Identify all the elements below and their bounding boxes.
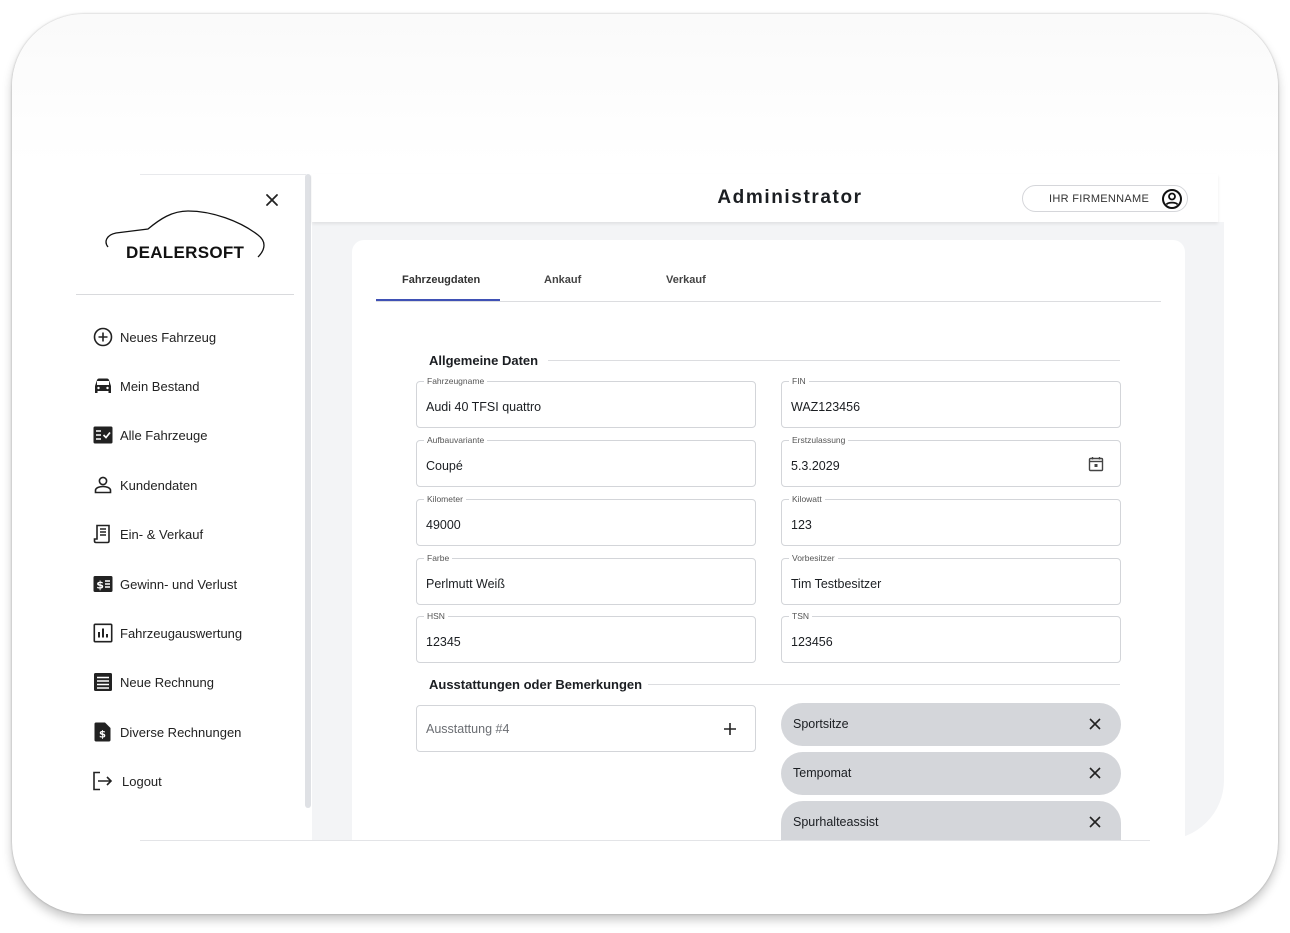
sidebar-item-label: Ein- & Verkauf <box>120 526 204 542</box>
sidebar-item-mein-bestand[interactable]: Mein Bestand <box>92 373 200 399</box>
person-icon <box>92 474 114 496</box>
car-icon <box>92 375 114 397</box>
sidebar-divider <box>76 294 294 295</box>
company-name: IHR FIRMENNAME <box>1049 193 1150 205</box>
equipment-chip: Sportsitze <box>781 703 1121 746</box>
money-icon: $ <box>92 573 114 595</box>
field-erstzulassung[interactable]: Erstzulassung 5.3.2029 <box>781 435 1121 487</box>
field-label: Aufbauvariante <box>424 435 488 446</box>
list-document-icon <box>92 671 114 693</box>
field-vorbesitzer[interactable]: Vorbesitzer Tim Testbesitzer <box>781 553 1121 605</box>
bottom-border <box>140 840 1150 841</box>
field-kilometer[interactable]: Kilometer 49000 <box>416 494 756 546</box>
field-label: Erstzulassung <box>789 435 849 446</box>
checklist-icon <box>92 424 114 446</box>
field-label: Fahrzeugname <box>424 376 488 387</box>
section-divider <box>548 360 1120 361</box>
sidebar-item-neue-rechnung[interactable]: Neue Rechnung <box>92 669 214 695</box>
plus-icon[interactable] <box>721 720 739 738</box>
field-value: WAZ123456 <box>791 400 861 414</box>
sidebar-item-gewinn-verlust[interactable]: $ Gewinn- und Verlust <box>92 571 237 597</box>
sidebar-item-label: Diverse Rechnungen <box>120 724 242 740</box>
field-label: Kilowatt <box>789 494 825 505</box>
sidebar-top-border <box>140 174 306 175</box>
field-value: Perlmutt Weiß <box>426 577 505 591</box>
equipment-chip: Tempomat <box>781 752 1121 795</box>
tab-verkauf[interactable]: Verkauf <box>666 274 706 286</box>
close-icon[interactable] <box>1087 814 1103 830</box>
add-circle-icon <box>92 326 114 348</box>
calendar-icon[interactable] <box>1088 456 1104 472</box>
sidebar-item-label: Neues Fahrzeug <box>120 329 217 345</box>
chip-label: Spurhalteassist <box>793 815 879 829</box>
sidebar-item-logout[interactable]: Logout <box>92 768 162 794</box>
sidebar-item-fahrzeugauswertung[interactable]: Fahrzeugauswertung <box>92 620 242 646</box>
field-value: 123456 <box>791 635 833 649</box>
sidebar-item-label: Gewinn- und Verlust <box>120 576 238 592</box>
field-label: Kilometer <box>424 494 466 505</box>
equipment-input[interactable]: Ausstattung #4 <box>416 705 756 752</box>
field-label: TSN <box>789 611 812 622</box>
sidebar-item-label: Neue Rechnung <box>120 674 214 690</box>
field-value: Audi 40 TFSI quattro <box>426 400 542 414</box>
chip-label: Tempomat <box>793 766 852 780</box>
field-value: 12345 <box>426 635 461 649</box>
device-frame-highlight <box>12 14 1278 164</box>
field-value: Tim Testbesitzer <box>791 577 882 591</box>
close-icon[interactable] <box>1087 765 1103 781</box>
field-label: HSN <box>424 611 448 622</box>
tab-ankauf[interactable]: Ankauf <box>544 274 581 286</box>
chip-label: Sportsitze <box>793 717 849 731</box>
field-label: Vorbesitzer <box>789 553 838 564</box>
field-fahrzeugname[interactable]: Fahrzeugname Audi 40 TFSI quattro <box>416 376 756 428</box>
equipment-input-placeholder: Ausstattung #4 <box>426 722 510 736</box>
sidebar-item-neues-fahrzeug[interactable]: Neues Fahrzeug <box>92 324 216 350</box>
section-divider <box>648 684 1120 685</box>
close-icon[interactable] <box>1087 716 1103 732</box>
sidebar-item-kundendaten[interactable]: Kundendaten <box>92 472 197 498</box>
field-tsn[interactable]: TSN 123456 <box>781 611 1121 663</box>
page-title: Administrator <box>717 187 863 208</box>
field-value: 5.3.2029 <box>791 459 840 473</box>
logout-icon <box>92 770 114 792</box>
field-value: Coupé <box>426 459 463 473</box>
tabs-divider <box>376 301 1161 302</box>
field-label: Farbe <box>424 553 453 564</box>
sidebar-item-diverse-rechnungen[interactable]: $ Diverse Rechnungen <box>92 719 241 745</box>
field-value: 49000 <box>426 518 461 532</box>
section-title-general: Allgemeine Daten <box>429 353 539 368</box>
field-fin[interactable]: FIN WAZ123456 <box>781 376 1121 428</box>
field-label: FIN <box>789 376 809 387</box>
field-hsn[interactable]: HSN 12345 <box>416 611 756 663</box>
section-title-equipment: Ausstattungen oder Bemerkungen <box>429 677 643 692</box>
tab-fahrzeugdaten[interactable]: Fahrzeugdaten <box>402 274 480 286</box>
field-value: 123 <box>791 518 812 532</box>
svg-text:$: $ <box>96 579 104 592</box>
sidebar-item-label: Mein Bestand <box>120 378 200 394</box>
sidebar-item-ein-verkauf[interactable]: Ein- & Verkauf <box>92 521 203 547</box>
receipt-icon <box>92 523 114 545</box>
sidebar-scrollbar[interactable] <box>305 174 311 808</box>
field-farbe[interactable]: Farbe Perlmutt Weiß <box>416 553 756 605</box>
equipment-chip: Spurhalteassist <box>781 801 1121 840</box>
invoice-icon: $ <box>92 721 114 743</box>
svg-text:$: $ <box>99 730 106 741</box>
account-circle-icon <box>1162 189 1182 209</box>
sidebar-item-label: Logout <box>122 773 162 789</box>
field-aufbauvariante[interactable]: Aufbauvariante Coupé <box>416 435 756 487</box>
company-button[interactable]: IHR FIRMENNAME <box>1022 185 1188 212</box>
bar-chart-icon <box>92 622 114 644</box>
sidebar-item-label: Fahrzeugauswertung <box>120 625 243 641</box>
sidebar-item-label: Alle Fahrzeuge <box>120 427 208 443</box>
active-tab-indicator <box>376 299 500 301</box>
field-kilowatt[interactable]: Kilowatt 123 <box>781 494 1121 546</box>
sidebar-item-alle-fahrzeuge[interactable]: Alle Fahrzeuge <box>92 422 207 448</box>
sidebar-item-label: Kundendaten <box>120 477 198 493</box>
logo-text: DEALERSOFT <box>126 243 245 262</box>
